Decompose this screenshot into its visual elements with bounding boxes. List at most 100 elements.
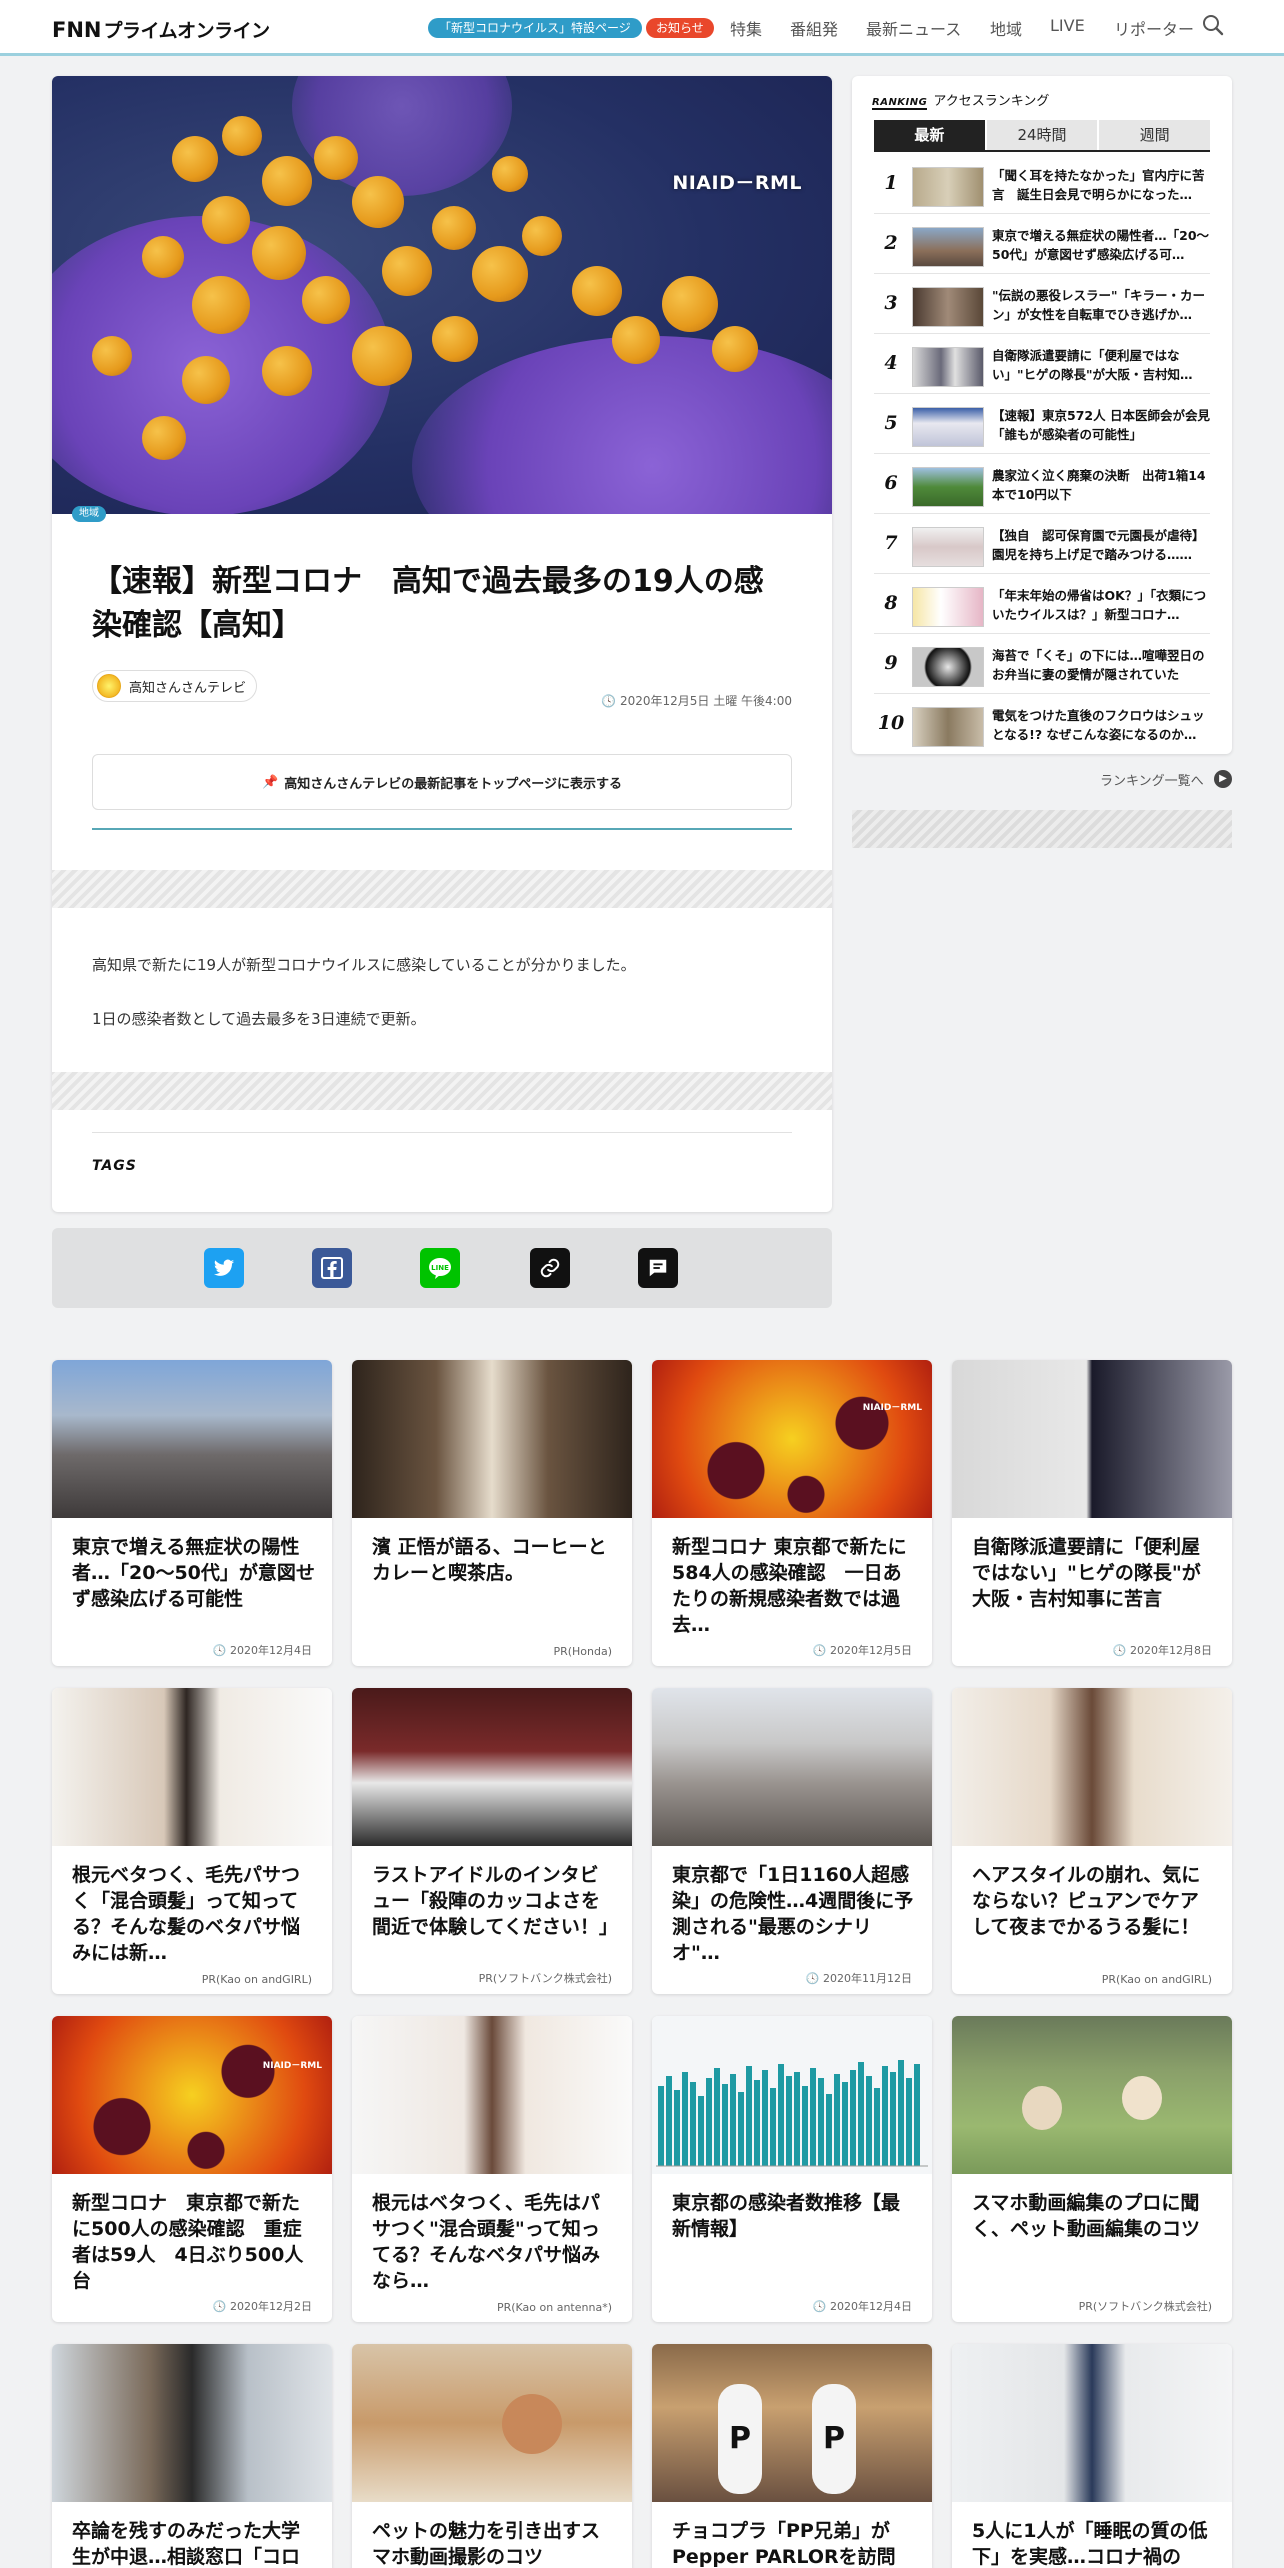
article-date: 🕓 2020年12月8日 <box>1112 1644 1212 1657</box>
comment-button[interactable] <box>638 1248 678 1288</box>
article-title: 自衛隊派遣要請に「便利屋ではない」"ヒゲの隊長"が大阪・吉村知事に苦言 <box>972 1536 1201 1610</box>
tab-24h[interactable]: 24時間 <box>986 120 1100 150</box>
article-card-tile[interactable]: ヘアスタイルの崩れ、気にならない？ピュアンでケアして夜までかるうる髪に！ PR(… <box>952 1688 1232 1994</box>
article-card-tile[interactable]: 根元はベタつく、毛先はパサつく"混合頭髪"って知ってる？そんなベタパサ悩みなら…… <box>352 2016 632 2322</box>
rank-number: 3 <box>884 292 898 314</box>
article-card-tile[interactable]: スマホ動画編集のプロに聞く、ペット動画編集のコツ PR(ソフトバンク株式会社) <box>952 2016 1232 2322</box>
site-logo[interactable]: FNN プライムオンライン <box>52 16 270 43</box>
ranking-heading: RANKING アクセスランキング <box>872 94 1050 110</box>
nav-latest-news[interactable]: 最新ニュース <box>866 16 961 40</box>
tags-label: TAGS <box>92 1158 137 1174</box>
ranking-item[interactable]: 8 「年末年始の帰省はOK？」「衣類についたウイルスは？」新型コロナ… <box>874 574 1210 634</box>
ad-placeholder-top <box>52 870 832 908</box>
nav-programs[interactable]: 番組発 <box>790 16 838 40</box>
rank-number: 4 <box>884 352 898 374</box>
article-title: 東京都の感染者数推移【最新情報】 <box>672 2192 901 2240</box>
ranking-title: 農家泣く泣く廃棄の決断 出荷1箱14本で10円以下 <box>992 468 1206 502</box>
article-thumbnail <box>52 1360 332 1518</box>
link-icon <box>540 1258 560 1278</box>
line-share-button[interactable]: LINE <box>420 1248 460 1288</box>
source-avatar <box>97 674 121 698</box>
article-thumbnail <box>352 2016 632 2174</box>
tab-latest[interactable]: 最新 <box>874 120 987 150</box>
ranking-title: 海苔で「くそ」の下には…喧嘩翌日のお弁当に妻の愛情が隠されていた <box>992 648 1205 682</box>
article-thumbnail <box>952 2344 1232 2502</box>
nav-region[interactable]: 地域 <box>990 16 1022 40</box>
divider <box>92 828 792 830</box>
twitter-share-button[interactable] <box>204 1248 244 1288</box>
article-card-tile[interactable]: 根元ベタつく、毛先パサつく「混合頭髪」って知ってる？そんな髪のベタパサ悩みには新… <box>52 1688 332 1994</box>
source-chip[interactable]: 高知さんさんテレビ <box>92 670 258 702</box>
ranking-item[interactable]: 9 海苔で「くそ」の下には…喧嘩翌日のお弁当に妻の愛情が隠されていた <box>874 634 1210 694</box>
facebook-share-button[interactable] <box>312 1248 352 1288</box>
rank-number: 6 <box>884 472 898 494</box>
nav-reporter[interactable]: リポーター <box>1114 16 1194 40</box>
search-icon[interactable] <box>1202 14 1224 36</box>
rank-number: 7 <box>884 532 898 554</box>
ranking-tabs: 最新 24時間 週間 <box>874 120 1211 150</box>
article-date: 🕓 2020年12月2日 <box>212 2300 312 2313</box>
article-card-tile[interactable]: NIAID－RML 新型コロナ 東京都で新たに584人の感染確認 一日あたりの新… <box>652 1360 932 1666</box>
article-card-tile[interactable]: 自衛隊派遣要請に「便利屋ではない」"ヒゲの隊長"が大阪・吉村知事に苦言 🕓 20… <box>952 1360 1232 1666</box>
article-card-tile[interactable]: NIAID－RML 新型コロナ 東京都で新たに500人の感染確認 重症者は59人… <box>52 2016 332 2322</box>
ranking-thumbnail <box>912 587 984 627</box>
ranking-item[interactable]: 5 【速報】東京572人 日本医師会が会見 「誰もが感染者の可能性」 <box>874 394 1210 454</box>
ranking-item[interactable]: 3 "伝説の悪役レスラー"「キラー・カーン」が女性を自転車でひき逃げか… <box>874 274 1210 334</box>
twitter-icon <box>213 1259 235 1276</box>
ranking-item[interactable]: 7 【独自 認可保育園で元園長が虐待】園児を持ち上げ足で踏みつける…… <box>874 514 1210 574</box>
article-card-tile[interactable]: 5人に1人が「睡眠の質の低下」を実感…コロナ禍の <box>952 2344 1232 2568</box>
article-title: 新型コロナ 東京都で新たに500人の感染確認 重症者は59人 4日ぶり500人台 <box>72 2192 304 2292</box>
article-card-tile[interactable]: 濱 正悟が語る、コーヒーとカレーと喫茶店。 PR(Honda) <box>352 1360 632 1666</box>
article-thumbnail <box>52 2344 332 2502</box>
nav-live[interactable]: LIVE <box>1050 16 1085 35</box>
hero-credit: NIAID－RML <box>672 172 802 194</box>
ranking-thumbnail <box>912 407 984 447</box>
article-card-tile[interactable]: ラストアイドルのインタビュー「殺陣のカッコよさを間近で体験してください！」 PR… <box>352 1688 632 1994</box>
source-name: 高知さんさんテレビ <box>129 680 247 696</box>
ad-placeholder-bottom <box>52 1072 832 1110</box>
covid-special-page-link[interactable]: 「新型コロナウイルス」特設ページ <box>428 18 642 38</box>
pin-icon: 📌 <box>262 774 279 790</box>
article-card-tile[interactable]: ペットの魅力を引き出すスマホ動画撮影のコツ <box>352 2344 632 2568</box>
article-paragraph: 1日の感染者数として過去最多を3日連続で更新。 <box>92 1010 426 1028</box>
article-card-tile[interactable]: 東京都で「1日1160人超感染」の危険性…4週間後に予測される"最悪のシナリオ"… <box>652 1688 932 1994</box>
category-badge[interactable]: 地域 <box>72 506 106 522</box>
nav-features[interactable]: 特集 <box>730 16 762 40</box>
article-date: 🕓 2020年12月4日 <box>812 2300 912 2313</box>
article-thumbnail: NIAID－RML <box>652 1360 932 1518</box>
rank-number: 9 <box>884 652 898 674</box>
article-card-tile[interactable]: 東京都の感染者数推移【最新情報】 🕓 2020年12月4日 <box>652 2016 932 2322</box>
article-thumbnail <box>352 1360 632 1518</box>
article-thumbnail <box>952 2016 1232 2174</box>
tab-weekly[interactable]: 週間 <box>1099 120 1211 150</box>
rank-number: 5 <box>884 412 898 434</box>
article-title: チョコプラ「PP兄弟」がPepper PARLORを訪問 <box>672 2520 896 2568</box>
article-thumbnail <box>352 1688 632 1846</box>
ranking-item[interactable]: 4 自衛隊派遣要請に「便利屋ではない」"ヒゲの隊長"が大阪・吉村知… <box>874 334 1210 394</box>
article-title: 濱 正悟が語る、コーヒーとカレーと喫茶店。 <box>372 1536 607 1584</box>
article-title: 【速報】新型コロナ 高知で過去最多の19人の感染確認【高知】 <box>92 564 764 643</box>
chevron-right-icon[interactable]: ▶ <box>1214 770 1232 788</box>
ranking-item[interactable]: 10 電気をつけた直後のフクロウはシュッとなる!? なぜこんな姿になるのか… <box>874 694 1210 754</box>
rank-number: 1 <box>884 172 898 194</box>
pin-source-button[interactable]: 📌 高知さんさんテレビの最新記事をトップページに表示する <box>92 754 792 810</box>
sidebar-ad-placeholder <box>852 810 1232 848</box>
article-title: ペットの魅力を引き出すスマホ動画撮影のコツ <box>372 2520 601 2568</box>
article-card-tile[interactable]: 卒論を残すのみだった大学生が中退…相談窓口「コロ <box>52 2344 332 2568</box>
ranking-thumbnail <box>912 167 984 207</box>
copy-link-button[interactable] <box>530 1248 570 1288</box>
ranking-thumbnail <box>912 707 984 747</box>
article-date: 🕓 2020年12月4日 <box>212 1644 312 1657</box>
article-card-tile[interactable]: P P チョコプラ「PP兄弟」がPepper PARLORを訪問 <box>652 2344 932 2568</box>
ranking-item[interactable]: 1 「聞く耳を持たなかった」官内庁に苦言 誕生日会見で明らかになった… <box>874 154 1210 214</box>
notice-link[interactable]: お知らせ <box>646 18 714 38</box>
sponsor-label: PR(ソフトバンク株式会社) <box>1078 2300 1212 2313</box>
ranking-item[interactable]: 6 農家泣く泣く廃棄の決断 出荷1箱14本で10円以下 <box>874 454 1210 514</box>
ranking-item[interactable]: 2 東京で増える無症状の陽性者…「20～50代」が意図せず感染広げる可… <box>874 214 1210 274</box>
article-card-tile[interactable]: 東京で増える無症状の陽性者…「20～50代」が意図せず感染広げる可能性 🕓 20… <box>52 1360 332 1666</box>
sponsor-label: PR(Kao on antenna*) <box>496 2301 612 2314</box>
ranking-more-link[interactable]: ランキング一覧へ <box>1100 770 1204 789</box>
rank-number: 2 <box>884 232 898 254</box>
article-thumbnail <box>652 1688 932 1846</box>
divider <box>92 1132 792 1133</box>
